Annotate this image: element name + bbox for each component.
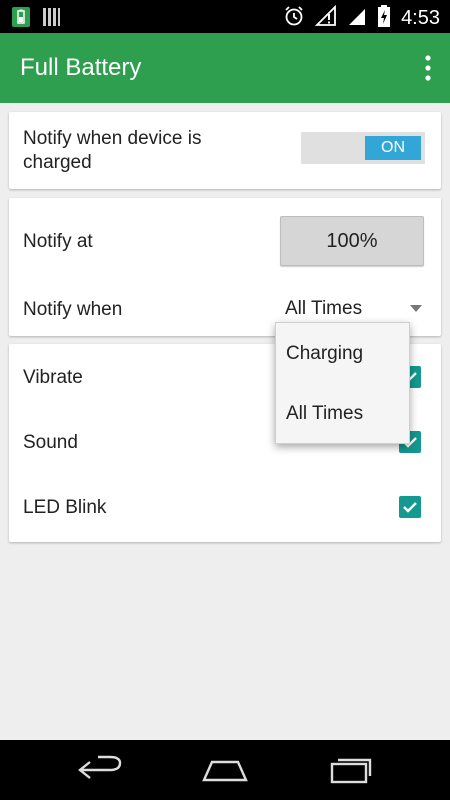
app-title: Full Battery xyxy=(20,54,142,81)
notify-when-value: All Times xyxy=(285,298,363,319)
home-icon[interactable] xyxy=(200,754,250,791)
recent-apps-icon[interactable] xyxy=(328,754,374,791)
settings-card: Notify at 100% Notify when All Times xyxy=(9,198,441,336)
vibrate-label: Vibrate xyxy=(23,367,83,388)
led-blink-label: LED Blink xyxy=(23,497,107,518)
notify-at-label: Notify at xyxy=(23,231,93,252)
nav-bar xyxy=(0,740,450,800)
cell-signal-icon xyxy=(347,5,367,32)
signal-bars-icon xyxy=(42,6,60,33)
back-icon[interactable] xyxy=(76,754,124,791)
battery-charging-icon xyxy=(377,4,391,33)
battery-app-icon xyxy=(10,6,32,33)
alarm-icon xyxy=(283,5,305,32)
notify-when-label: Notify when xyxy=(23,299,123,320)
dropdown-option-all-times[interactable]: All Times xyxy=(286,403,363,425)
notify-toggle[interactable]: ON xyxy=(301,132,425,164)
dropdown-arrow-icon xyxy=(410,305,422,312)
more-vert-icon[interactable] xyxy=(420,53,436,83)
dropdown-option-charging[interactable]: Charging xyxy=(286,343,363,365)
notify-card: Notify when device is charged ON xyxy=(9,112,441,189)
notify-when-spinner[interactable]: All Times xyxy=(276,291,426,325)
status-time: 4:53 xyxy=(401,7,440,29)
status-bar: 4:53 xyxy=(0,0,450,33)
sound-label: Sound xyxy=(23,432,78,453)
toggle-on-label: ON xyxy=(365,136,421,160)
wifi-icon xyxy=(314,4,337,32)
app-bar: Full Battery xyxy=(0,33,450,103)
check-icon xyxy=(403,502,417,513)
led-blink-checkbox[interactable] xyxy=(399,496,421,518)
notify-at-button[interactable]: 100% xyxy=(280,216,424,266)
notify-when-dropdown: Charging All Times xyxy=(275,322,410,444)
notify-charged-label: Notify when device is charged xyxy=(23,128,202,173)
